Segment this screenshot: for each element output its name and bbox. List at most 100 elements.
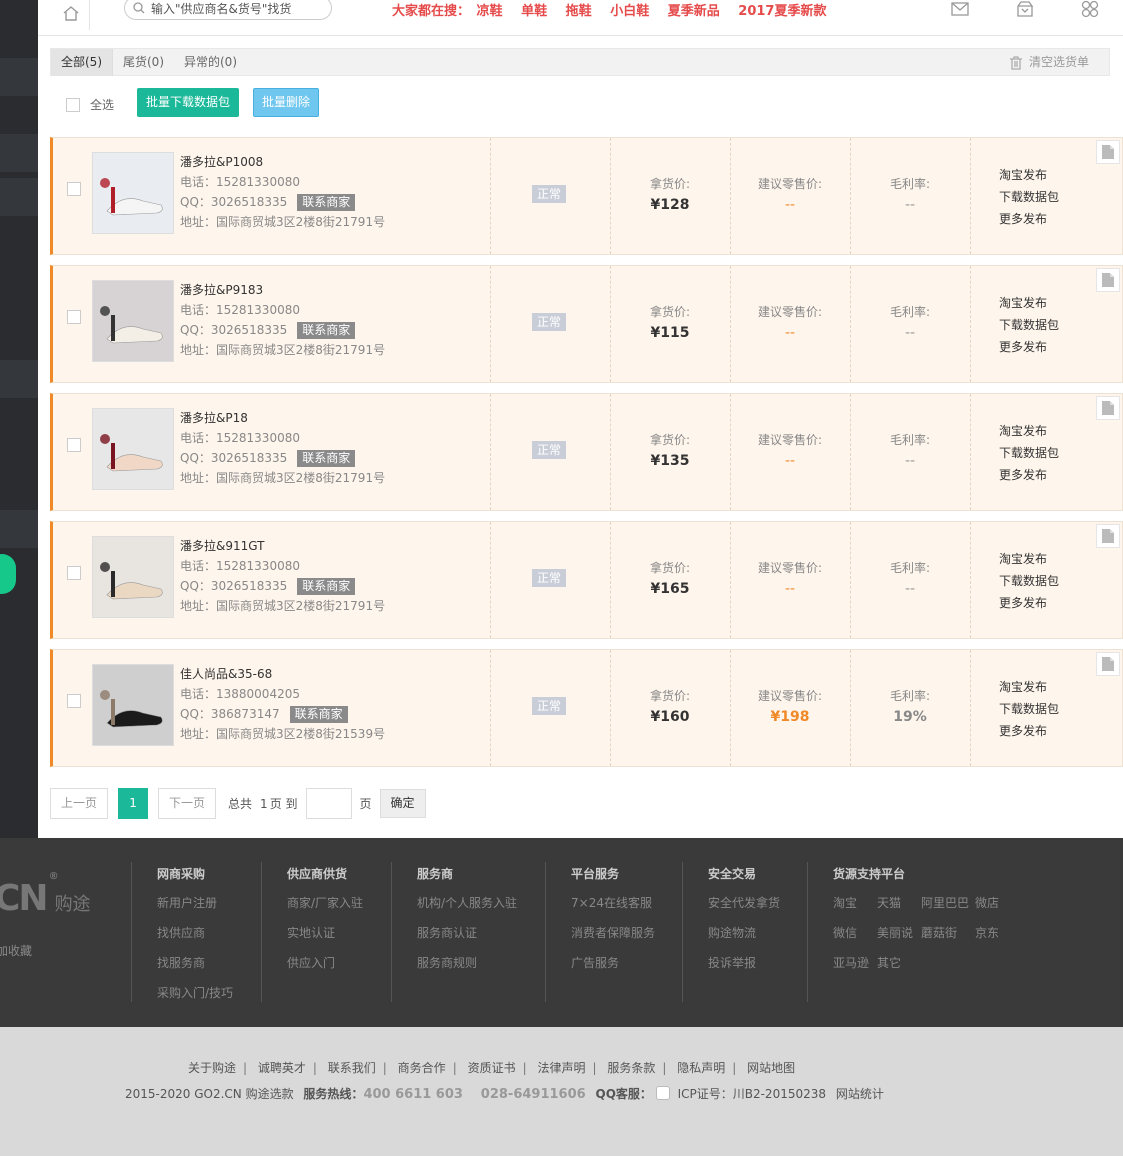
select-all[interactable]: 全选 [66,96,114,113]
publish-taobao-link[interactable]: 淘宝发布 [999,292,1059,314]
footer-link[interactable]: 淘宝 [833,888,877,918]
bottom-link[interactable]: 资质证书 [468,1061,516,1075]
product-title[interactable]: 佳人尚品&35-68 [180,664,385,684]
footer-link[interactable]: 广告服务 [571,948,655,978]
footer-link[interactable]: 商家/厂家入驻 [287,888,363,918]
select-all-checkbox[interactable] [66,97,80,112]
hot-item[interactable]: 拖鞋 [566,4,592,19]
page-jump-button[interactable]: 确定 [379,789,426,818]
publish-taobao-link[interactable]: 淘宝发布 [999,676,1059,698]
prev-page-button[interactable]: 上一页 [50,788,109,819]
row-checkbox[interactable] [67,310,81,324]
footer-link[interactable]: 美丽说 [877,918,921,948]
remove-document-icon[interactable] [1096,140,1120,164]
footer-link[interactable]: 消费者保障服务 [571,918,655,948]
hot-item[interactable]: 2017夏季新款 [738,4,826,19]
hot-item[interactable]: 小白鞋 [610,4,649,19]
bottom-link[interactable]: 诚聘英才 [258,1061,306,1075]
footer-link[interactable]: 采购入门/技巧 [157,978,233,1008]
hot-item[interactable]: 单鞋 [521,4,547,19]
product-thumbnail[interactable] [92,408,174,490]
footer-link[interactable]: 购途物流 [708,918,780,948]
hot-item[interactable]: 凉鞋 [477,4,503,19]
tab-all[interactable]: 全部(5) [51,49,113,76]
more-publish-link[interactable]: 更多发布 [999,336,1059,358]
footer-link[interactable]: 服务商规则 [417,948,517,978]
product-title[interactable]: 潘多拉&P18 [180,408,385,428]
home-button[interactable] [52,0,90,30]
footer-link[interactable]: 投诉举报 [708,948,780,978]
product-title[interactable]: 潘多拉&P1008 [180,152,385,172]
publish-taobao-link[interactable]: 淘宝发布 [999,548,1059,570]
page-number-current[interactable]: 1 [118,788,149,819]
download-data-link[interactable]: 下载数据包 [999,442,1059,464]
tab-abnormal[interactable]: 异常的(0) [174,49,247,76]
site-stats-link[interactable]: 网站统计 [836,1087,884,1101]
remove-document-icon[interactable] [1096,396,1120,420]
footer-link[interactable]: 蘑菇街 [921,918,975,948]
more-publish-link[interactable]: 更多发布 [999,208,1059,230]
footer-link[interactable]: 服务商认证 [417,918,517,948]
bottom-link[interactable]: 商务合作 [398,1061,446,1075]
more-publish-link[interactable]: 更多发布 [999,720,1059,742]
contact-seller-button[interactable]: 联系商家 [297,322,356,339]
product-title[interactable]: 潘多拉&911GT [180,536,385,556]
bottom-link[interactable]: 服务条款 [607,1061,655,1075]
clear-selection-button[interactable]: 清空选货单 [1009,49,1089,76]
next-page-button[interactable]: 下一页 [158,788,217,819]
footer-link[interactable]: 亚马逊 [833,948,877,978]
footer-link[interactable]: 新用户注册 [157,888,233,918]
add-favorite-link[interactable]: 加收藏 [0,942,32,959]
remove-document-icon[interactable] [1096,652,1120,676]
product-thumbnail[interactable] [92,280,174,362]
product-thumbnail[interactable] [92,536,174,618]
footer-link[interactable]: 找供应商 [157,918,233,948]
page-jump-input[interactable] [305,788,352,819]
publish-taobao-link[interactable]: 淘宝发布 [999,164,1059,186]
footer-link[interactable]: 其它 [877,948,921,978]
batch-delete-button[interactable]: 批量删除 [253,88,319,117]
more-publish-link[interactable]: 更多发布 [999,592,1059,614]
qq-icon[interactable] [655,1086,670,1100]
mail-icon[interactable] [949,0,971,20]
bottom-link[interactable]: 法律声明 [537,1061,585,1075]
contact-seller-button[interactable]: 联系商家 [297,578,356,595]
download-data-link[interactable]: 下载数据包 [999,186,1059,208]
icp-number[interactable]: ICP证号：川B2-20150238 [678,1087,826,1101]
download-data-link[interactable]: 下载数据包 [999,314,1059,336]
tab-tail[interactable]: 尾货(0) [113,49,174,76]
contact-seller-button[interactable]: 联系商家 [289,706,348,723]
download-data-link[interactable]: 下载数据包 [999,698,1059,720]
download-data-link[interactable]: 下载数据包 [999,570,1059,592]
bottom-link[interactable]: 关于购途 [188,1061,236,1075]
footer-link[interactable]: 7×24在线客服 [571,888,655,918]
footer-link[interactable]: 实地认证 [287,918,363,948]
footer-link[interactable]: 微店 [975,888,1015,918]
remove-document-icon[interactable] [1096,268,1120,292]
search-input[interactable]: 输入"供应商名&货号"找货 [124,0,332,20]
footer-link[interactable]: 供应入门 [287,948,363,978]
product-thumbnail[interactable] [92,152,174,234]
footer-link[interactable]: 机构/个人服务入驻 [417,888,517,918]
product-title[interactable]: 潘多拉&P9183 [180,280,385,300]
batch-download-button[interactable]: 批量下载数据包 [137,88,239,117]
contact-seller-button[interactable]: 联系商家 [297,450,356,467]
remove-document-icon[interactable] [1096,524,1120,548]
bottom-link[interactable]: 隐私声明 [677,1061,725,1075]
footer-link[interactable]: 找服务商 [157,948,233,978]
footer-link[interactable]: 天猫 [877,888,921,918]
contact-seller-button[interactable]: 联系商家 [297,194,356,211]
footer-link[interactable]: 阿里巴巴 [921,888,975,918]
online-service-button[interactable] [0,554,16,594]
hot-item[interactable]: 夏季新品 [668,4,720,19]
bottom-link[interactable]: 联系我们 [328,1061,376,1075]
more-publish-link[interactable]: 更多发布 [999,464,1059,486]
footer-link[interactable]: 微信 [833,918,877,948]
row-checkbox[interactable] [67,694,81,708]
footer-link[interactable]: 安全代发拿货 [708,888,780,918]
apps-icon[interactable] [1079,0,1101,20]
row-checkbox[interactable] [67,182,81,196]
box-icon[interactable] [1014,0,1036,20]
publish-taobao-link[interactable]: 淘宝发布 [999,420,1059,442]
row-checkbox[interactable] [67,438,81,452]
